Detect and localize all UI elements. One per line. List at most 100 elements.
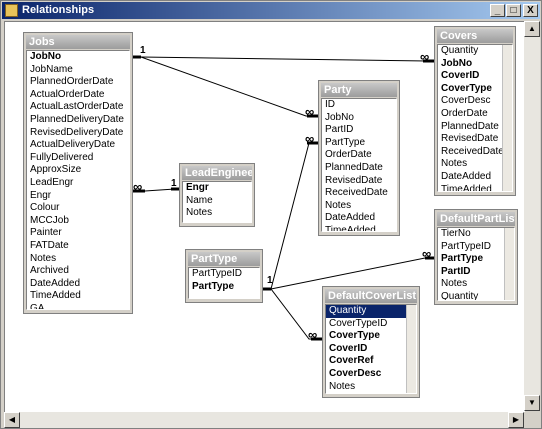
- field-item[interactable]: PartType: [189, 281, 259, 294]
- field-list[interactable]: PartTypeID PartType: [188, 267, 260, 299]
- field-item[interactable]: Notes: [183, 207, 251, 220]
- scroll-up-button[interactable]: ▲: [524, 21, 540, 37]
- field-list[interactable]: Quantity JobNo CoverID CoverType CoverDesc Or…: [437, 44, 513, 192]
- field-item[interactable]: ApproxSize: [27, 164, 129, 177]
- table-header[interactable]: DefaultPartList: [437, 212, 515, 226]
- field-item[interactable]: Notes: [438, 158, 512, 171]
- field-item[interactable]: OrderDate: [322, 149, 396, 162]
- field-item[interactable]: CoverType: [438, 83, 512, 96]
- field-item[interactable]: Quantity: [438, 291, 514, 300]
- field-item[interactable]: Notes: [322, 200, 396, 213]
- one-label: 1: [171, 178, 177, 189]
- field-item[interactable]: OrderDate: [438, 108, 512, 121]
- field-item[interactable]: PlannedDate: [438, 121, 512, 134]
- size-grip[interactable]: [524, 412, 540, 428]
- field-item[interactable]: PlannedDeliveryDate: [27, 114, 129, 127]
- field-item[interactable]: CoverID: [438, 70, 512, 83]
- table-party[interactable]: Party ID JobNo PartID PartType OrderDate Plann…: [318, 80, 400, 236]
- field-item[interactable]: PartTypeID: [438, 241, 514, 254]
- field-item[interactable]: TimeAdded: [438, 184, 512, 191]
- field-item[interactable]: Engr: [27, 190, 129, 203]
- minimize-button[interactable]: _: [490, 4, 505, 17]
- table-header[interactable]: LeadEngineer: [182, 166, 252, 180]
- field-item[interactable]: TimeAdded: [27, 290, 129, 303]
- field-item[interactable]: Name: [183, 195, 251, 208]
- field-list[interactable]: JobNo JobName PlannedOrderDate ActualOrderD…: [26, 50, 130, 310]
- field-item[interactable]: LeadEngr: [27, 177, 129, 190]
- field-item[interactable]: RevisedDate: [438, 133, 512, 146]
- scroll-down-button[interactable]: ▼: [524, 395, 540, 411]
- field-item[interactable]: CoverID: [326, 343, 416, 356]
- scroll-right-button[interactable]: ▶: [508, 412, 524, 428]
- field-item[interactable]: ReceivedDate: [322, 187, 396, 200]
- field-item[interactable]: JobName: [27, 64, 129, 77]
- title-bar[interactable]: Relationships _ □ X: [2, 2, 540, 19]
- field-item[interactable]: CoverDesc: [326, 368, 416, 381]
- field-scrollbar[interactable]: [504, 228, 514, 300]
- field-item[interactable]: Engr: [183, 182, 251, 195]
- field-item[interactable]: CoverTypeID: [326, 318, 416, 331]
- field-item[interactable]: Notes: [27, 253, 129, 266]
- table-header[interactable]: Covers: [437, 29, 513, 43]
- field-item[interactable]: JobNo: [322, 112, 396, 125]
- field-item[interactable]: CoverDesc: [438, 95, 512, 108]
- field-item[interactable]: FullyDelivered: [27, 152, 129, 165]
- relationships-canvas[interactable]: 1 ∞ ∞ ∞ 1 1 ∞ ∞ ∞ Jobs JobNo JobName Planne…: [4, 21, 525, 413]
- field-item[interactable]: GA: [27, 303, 129, 309]
- table-jobs[interactable]: Jobs JobNo JobName PlannedOrderDate ActualOr…: [23, 32, 133, 314]
- field-item[interactable]: Notes: [438, 278, 514, 291]
- scroll-left-button[interactable]: ◀: [4, 412, 20, 428]
- field-item[interactable]: Painter: [27, 227, 129, 240]
- field-item[interactable]: ReceivedDate: [438, 146, 512, 159]
- field-item[interactable]: JobNo: [27, 51, 129, 64]
- field-item[interactable]: PartTypeID: [189, 268, 259, 281]
- field-item[interactable]: TimeAdded: [322, 225, 396, 231]
- maximize-button[interactable]: □: [506, 4, 521, 17]
- vertical-scrollbar[interactable]: ▲ ▼: [524, 21, 540, 411]
- field-item[interactable]: ActualDeliveryDate: [27, 139, 129, 152]
- field-item[interactable]: TierNo: [438, 228, 514, 241]
- horizontal-scrollbar[interactable]: ◀ ▶: [4, 412, 524, 428]
- field-item[interactable]: Quantity: [438, 45, 512, 58]
- field-item[interactable]: ActualLastOrderDate: [27, 101, 129, 114]
- field-list[interactable]: Quantity CoverTypeID CoverType CoverID Cover…: [325, 304, 417, 394]
- table-header[interactable]: PartType: [188, 252, 260, 266]
- table-header[interactable]: Party: [321, 83, 397, 97]
- field-item[interactable]: PartID: [438, 266, 514, 279]
- field-scrollbar[interactable]: [502, 45, 512, 191]
- field-list[interactable]: ID JobNo PartID PartType OrderDate PlannedDat…: [321, 98, 397, 232]
- field-item[interactable]: FATDate: [27, 240, 129, 253]
- field-item[interactable]: DateAdded: [438, 171, 512, 184]
- field-item[interactable]: DateAdded: [322, 212, 396, 225]
- table-header[interactable]: Jobs: [26, 35, 130, 49]
- field-item[interactable]: CoverRef: [326, 355, 416, 368]
- field-item[interactable]: PlannedOrderDate: [27, 76, 129, 89]
- field-list[interactable]: Engr Name Notes: [182, 181, 252, 223]
- field-item[interactable]: JobNo: [438, 58, 512, 71]
- field-item[interactable]: Colour: [27, 202, 129, 215]
- field-item[interactable]: RevisedDate: [322, 175, 396, 188]
- field-item[interactable]: Quantity: [326, 305, 416, 318]
- table-header[interactable]: DefaultCoverList: [325, 289, 417, 303]
- field-item[interactable]: PartID: [322, 124, 396, 137]
- field-item[interactable]: MCCJob: [27, 215, 129, 228]
- close-button[interactable]: X: [523, 4, 538, 17]
- field-item[interactable]: PartType: [322, 137, 396, 150]
- field-list[interactable]: TierNo PartTypeID PartType PartID Notes Quant…: [437, 227, 515, 301]
- table-defaultcoverlist[interactable]: DefaultCoverList Quantity CoverTypeID Cover…: [322, 286, 420, 398]
- table-leadengineer[interactable]: LeadEngineer Engr Name Notes: [179, 163, 255, 227]
- field-item[interactable]: CoverType: [326, 330, 416, 343]
- field-item[interactable]: Archived: [27, 265, 129, 278]
- field-item[interactable]: ActualOrderDate: [27, 89, 129, 102]
- field-item[interactable]: Notes: [326, 381, 416, 393]
- field-item[interactable]: ID: [322, 99, 396, 112]
- field-item[interactable]: PartType: [438, 253, 514, 266]
- table-defaultpartlist[interactable]: DefaultPartList TierNo PartTypeID PartType P…: [434, 209, 518, 305]
- field-item[interactable]: PlannedDate: [322, 162, 396, 175]
- field-scrollbar[interactable]: [406, 305, 416, 393]
- table-covers[interactable]: Covers Quantity JobNo CoverID CoverType Cover…: [434, 26, 516, 196]
- field-item[interactable]: DateAdded: [27, 278, 129, 291]
- many-label: ∞: [420, 49, 430, 64]
- table-parttype[interactable]: PartType PartTypeID PartType: [185, 249, 263, 303]
- field-item[interactable]: RevisedDeliveryDate: [27, 127, 129, 140]
